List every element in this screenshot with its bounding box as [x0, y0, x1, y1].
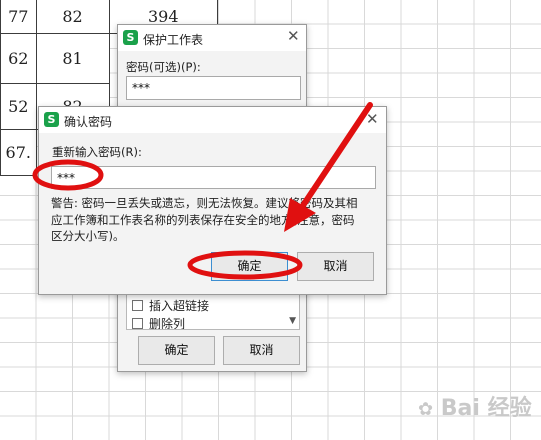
table-cell[interactable]: 82	[36, 0, 110, 34]
reenter-password-label: 重新输入密码(R):	[52, 145, 142, 159]
table-cell[interactable]: 52	[0, 84, 37, 130]
confirm-dialog-title: 确认密码	[64, 115, 113, 129]
password-label: 密码(可选)(P):	[126, 60, 201, 74]
protect-dialog-title: 保护工作表	[143, 33, 204, 47]
checkbox[interactable]	[132, 300, 143, 311]
wps-app-icon: S	[123, 30, 138, 45]
list-item[interactable]: 插入超链接	[132, 297, 209, 314]
table-cell[interactable]: 62	[0, 34, 37, 84]
warning-text: 警告: 密码一旦丢失或遗忘，则无法恢复。建议将密码及其相 应工作簿和工作表名称的…	[51, 196, 358, 243]
watermark: ✿ Bai 经验	[418, 396, 532, 421]
protect-cancel-button[interactable]: 取消	[223, 336, 300, 365]
permission-list[interactable]: 插入超链接 删除列 ▼	[126, 290, 300, 330]
scroll-down-icon[interactable]: ▼	[289, 316, 296, 326]
baidu-paw-icon: ✿	[418, 399, 434, 420]
confirm-ok-button[interactable]: 确定	[211, 252, 288, 281]
table-cell[interactable]: 67.	[0, 130, 37, 176]
close-icon[interactable]: ✕	[287, 27, 300, 45]
list-item-label: 插入超链接	[149, 299, 210, 313]
protect-dialog-titlebar: S 保护工作表 ✕	[118, 25, 306, 51]
table-cell[interactable]: 77	[0, 0, 37, 34]
list-item-label: 删除列	[149, 317, 186, 330]
list-item[interactable]: 删除列	[132, 315, 186, 330]
table-cell[interactable]: 81	[36, 34, 110, 84]
protect-ok-button[interactable]: 确定	[138, 336, 215, 365]
confirm-cancel-button[interactable]: 取消	[297, 252, 374, 281]
reenter-password-input[interactable]: ***	[51, 166, 376, 189]
password-input[interactable]: ***	[126, 76, 301, 100]
wps-app-icon: S	[44, 112, 59, 127]
close-icon[interactable]: ✕	[366, 110, 379, 128]
confirm-dialog-titlebar: S 确认密码 ✕	[39, 107, 386, 133]
checkbox[interactable]	[132, 318, 143, 329]
confirm-password-dialog: S 确认密码 ✕ 重新输入密码(R): *** 警告: 密码一旦丢失或遗忘，则无…	[38, 106, 387, 295]
